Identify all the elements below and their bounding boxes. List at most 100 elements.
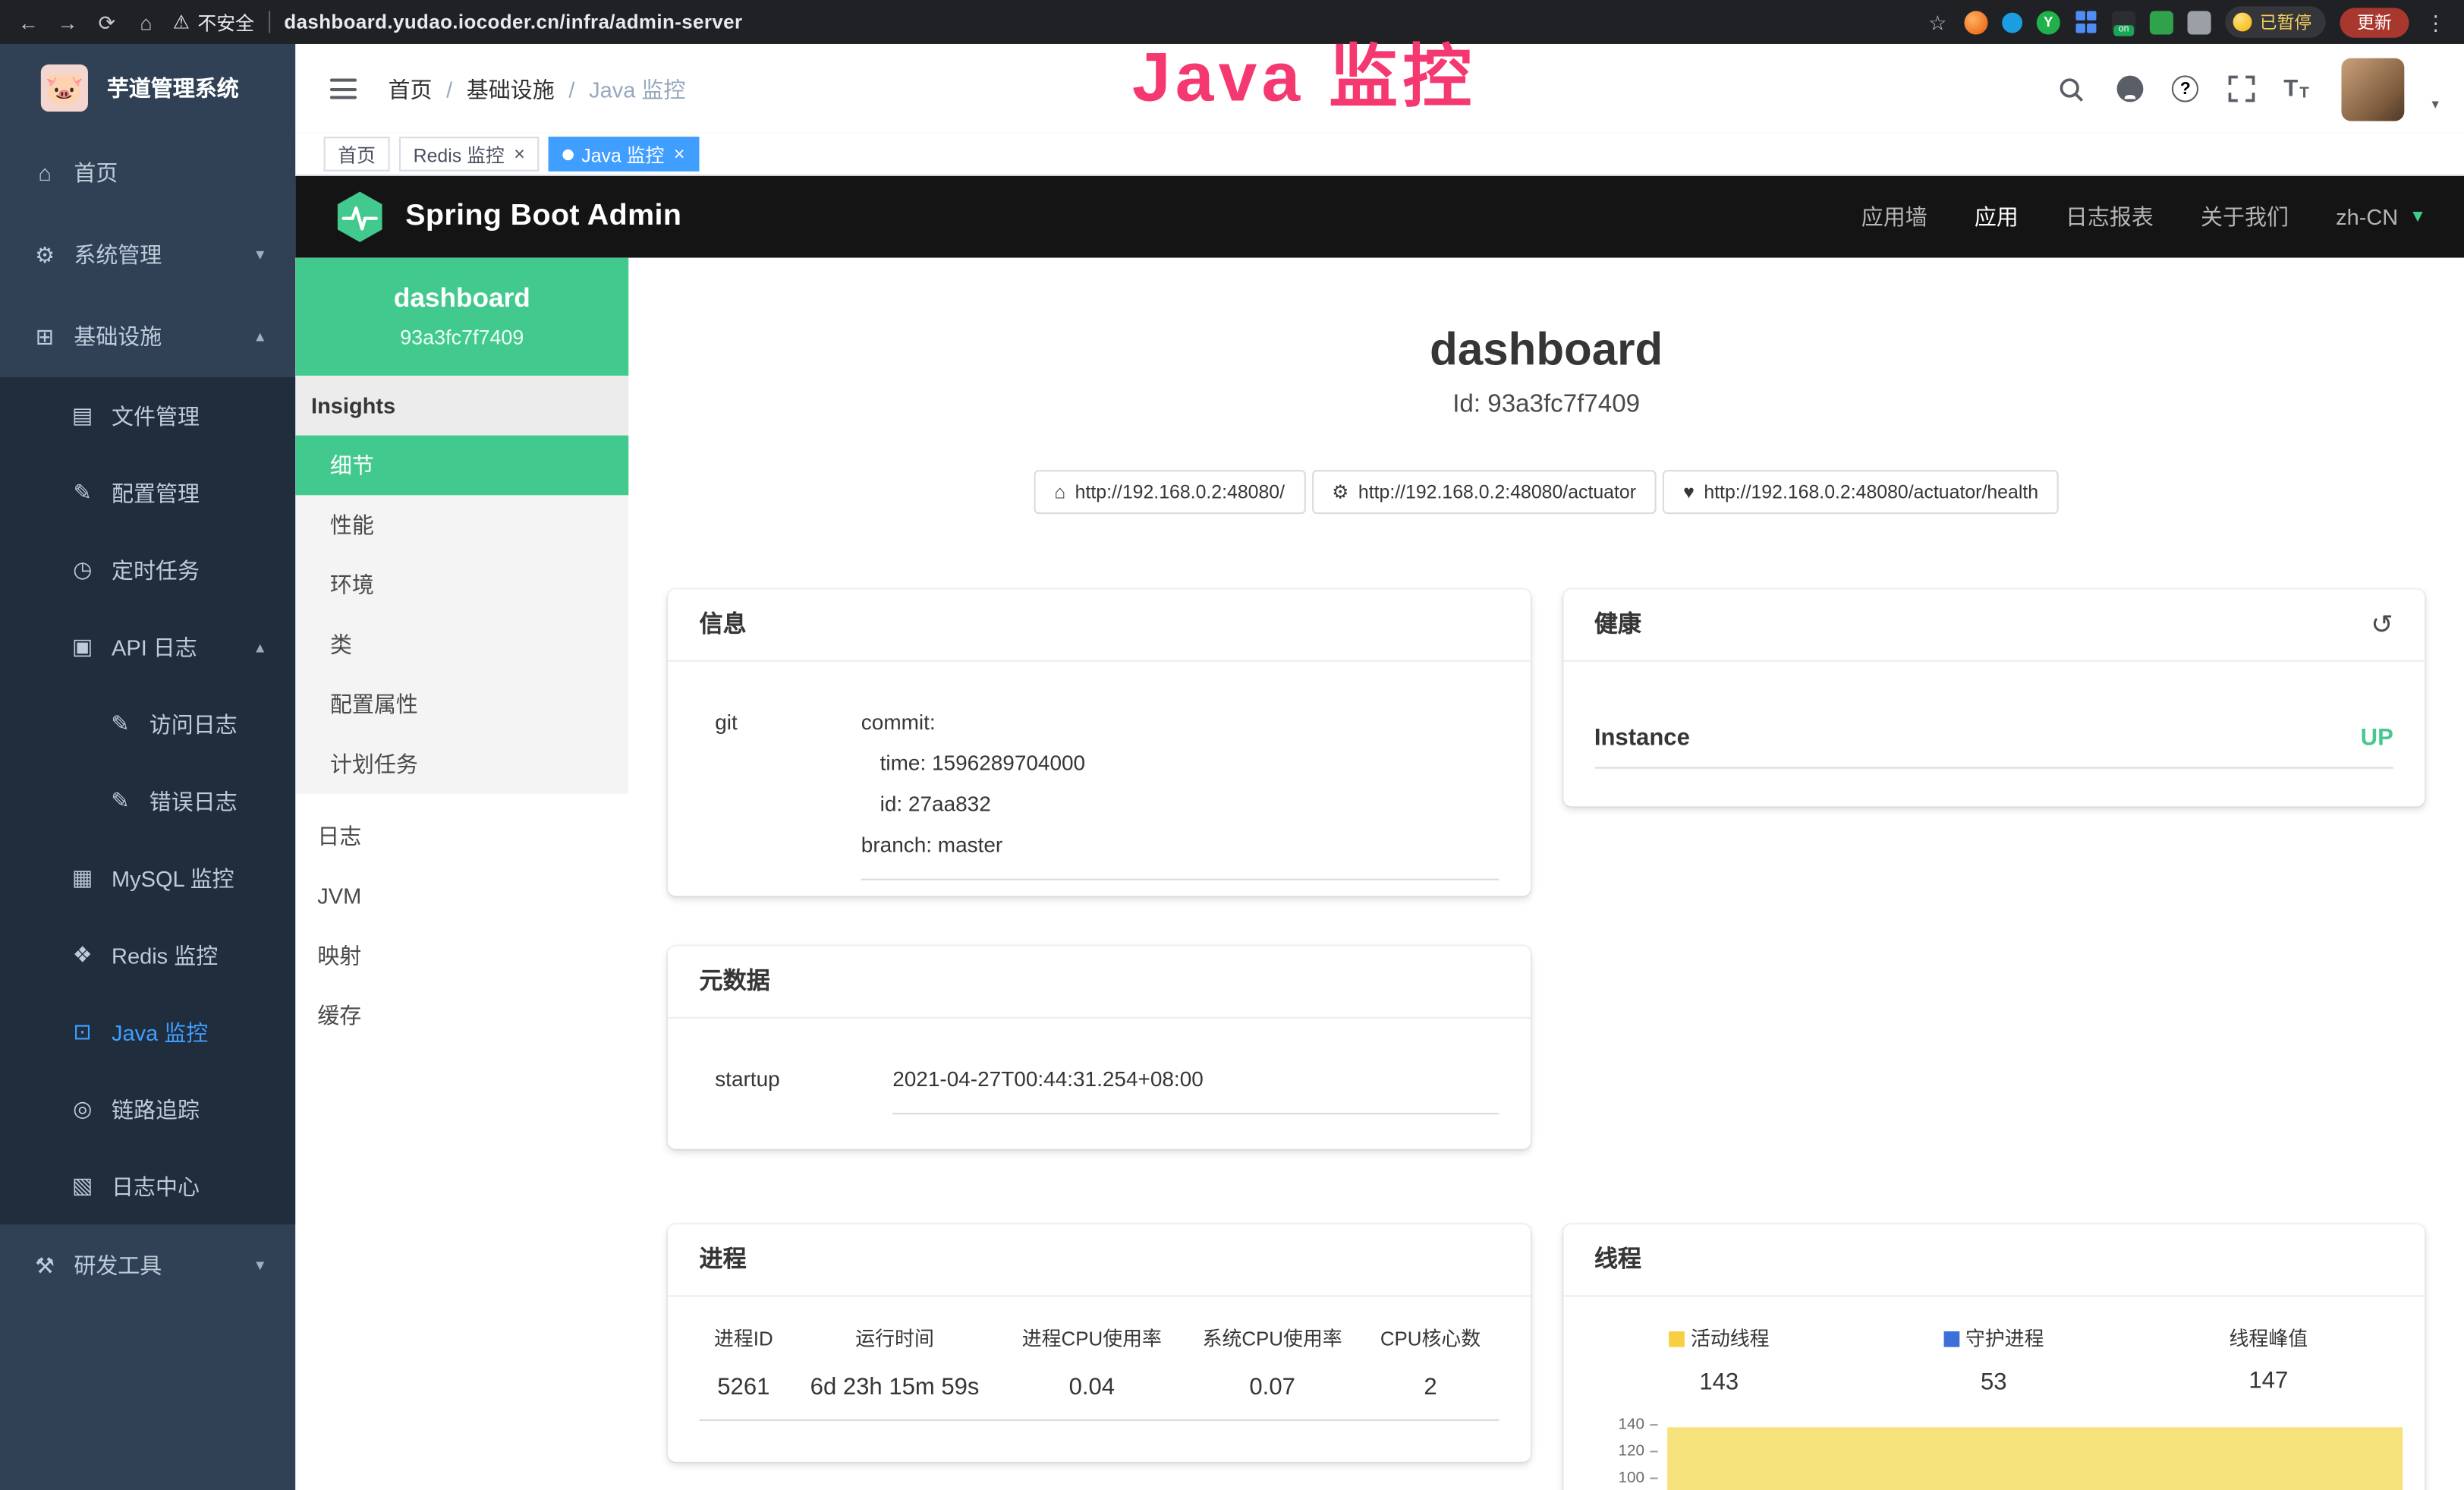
sidebar-item-label: Redis 监控	[112, 939, 218, 970]
sidebar-item-mysql-monitor[interactable]: ▦ MySQL 监控	[0, 840, 295, 916]
sidebar-item-dev-tools[interactable]: ⚒ 研发工具 ▼	[0, 1224, 295, 1306]
actuator-url-link[interactable]: ⚙ http://192.168.0.2:48080/actuator	[1311, 470, 1657, 514]
sidebar-item-link-tracing[interactable]: ◎ 链路追踪	[0, 1070, 295, 1147]
close-icon[interactable]: ×	[674, 145, 685, 164]
sidebar-collapse-icon[interactable]	[330, 79, 357, 99]
history-icon[interactable]: ↺	[2371, 610, 2393, 639]
tab-redis-monitor[interactable]: Redis 监控 ×	[399, 137, 539, 172]
sba-nav-wallboard[interactable]: 应用墙	[1861, 201, 1927, 232]
reload-icon[interactable]: ⟳	[94, 12, 119, 33]
daemon-threads-swatch	[1943, 1331, 1959, 1347]
leaf-extension-icon[interactable]	[2150, 10, 2173, 33]
app-logo[interactable]: 🐷 芋道管理系统	[0, 44, 295, 132]
chevron-down-icon: ▼	[2409, 207, 2427, 226]
github-icon[interactable]	[2114, 73, 2145, 104]
sidebar-item-redis-monitor[interactable]: ❖ Redis 监控	[0, 916, 295, 993]
sidebar-item-file-management[interactable]: ▤ 文件管理	[0, 377, 295, 454]
on-badge: on	[2113, 24, 2134, 35]
sidebar-item-label: MySQL 监控	[112, 862, 234, 893]
sba-nav-about[interactable]: 关于我们	[2201, 201, 2289, 232]
sba-item-metrics[interactable]: 性能	[295, 495, 628, 555]
sba-item-config-props[interactable]: 配置属性	[295, 674, 628, 734]
close-icon[interactable]: ×	[514, 145, 525, 164]
green-extension-icon[interactable]: Y	[2037, 10, 2060, 33]
help-icon[interactable]: ?	[2172, 75, 2198, 102]
breadcrumb-infrastructure[interactable]: 基础设施	[467, 73, 555, 104]
sba-item-details[interactable]: 细节	[295, 436, 628, 496]
fullscreen-icon[interactable]	[2226, 73, 2257, 104]
service-url-link[interactable]: ⌂ http://192.168.0.2:48080/	[1034, 470, 1305, 514]
sba-item-environment[interactable]: 环境	[295, 555, 628, 615]
sba-item-caches[interactable]: 缓存	[295, 985, 628, 1045]
browser-home-icon[interactable]: ⌂	[134, 12, 159, 33]
tab-java-monitor[interactable]: Java 监控 ×	[549, 137, 699, 172]
extensions-puzzle-icon[interactable]	[2188, 10, 2211, 33]
git-branch-line: branch: master	[861, 825, 1499, 866]
y-tick: 140	[1581, 1417, 1657, 1433]
sba-item-scheduled-tasks[interactable]: 计划任务	[295, 734, 628, 794]
active-dot	[562, 149, 573, 159]
sba-brand[interactable]: Spring Boot Admin	[405, 200, 681, 235]
metadata-startup-row: startup 2021-04-27T00:44:31.254+08:00	[700, 1059, 1499, 1114]
health-url-link[interactable]: ♥ http://192.168.0.2:48080/actuator/heal…	[1663, 470, 2059, 514]
search-icon[interactable]	[2056, 73, 2087, 104]
sidebar-item-config-management[interactable]: ✎ 配置管理	[0, 454, 295, 531]
access-log-icon: ✎	[107, 710, 134, 737]
sidebar-item-system-management[interactable]: ⚙ 系统管理 ▼	[0, 214, 295, 296]
instance-label: Instance	[1594, 724, 1690, 751]
sba-item-jvm[interactable]: JVM	[295, 866, 628, 926]
sidebar-item-home[interactable]: ⌂ 首页	[0, 132, 295, 214]
process-val-cores: 2	[1363, 1364, 1499, 1420]
daemon-threads-value: 53	[1856, 1367, 2131, 1398]
sba-item-mappings[interactable]: 映射	[295, 926, 628, 986]
chrome-update-button[interactable]: 更新	[2340, 7, 2409, 36]
git-id-line: id: 27aa832	[861, 784, 1499, 825]
sba-nav-journal[interactable]: 日志报表	[2066, 201, 2154, 232]
sidebar-item-label: 访问日志	[149, 708, 238, 739]
sidebar-item-access-logs[interactable]: ✎ 访问日志	[0, 685, 295, 762]
security-label: 不安全	[197, 8, 254, 35]
info-label: git	[700, 702, 861, 880]
address-bar[interactable]: dashboard.yudao.iocoder.cn/infra/admin-s…	[284, 11, 742, 33]
font-size-icon[interactable]: TT	[2283, 75, 2309, 102]
metadata-label: startup	[700, 1059, 893, 1114]
drop-extension-icon[interactable]	[2002, 12, 2022, 33]
sidebar-item-java-monitor[interactable]: ⊡ Java 监控	[0, 994, 295, 1070]
metadata-card: 元数据 startup 2021-04-27T00:44:31.254+08:0…	[668, 946, 1530, 1148]
grid-extension-icon[interactable]	[2074, 10, 2097, 33]
instance-title: dashboard	[628, 324, 2464, 379]
peak-threads-label: 线程峰值	[2230, 1325, 2308, 1353]
bookmark-star-icon[interactable]: ☆	[1925, 12, 1950, 33]
threads-legend: 活动线程 143 守护进程	[1581, 1325, 2406, 1398]
forward-icon[interactable]: →	[55, 12, 80, 33]
sidebar-item-infrastructure[interactable]: ⊞ 基础设施 ▲	[0, 295, 295, 377]
sba-group-insights: Insights	[295, 376, 628, 436]
sidebar-item-api-logs[interactable]: ▣ API 日志 ▲	[0, 608, 295, 685]
sba-item-classes[interactable]: 类	[295, 615, 628, 675]
sidebar-item-scheduled-tasks[interactable]: ◷ 定时任务	[0, 531, 295, 608]
locale-selector[interactable]: zh-CN ▼	[2336, 204, 2426, 229]
status-badge: UP	[2361, 724, 2393, 751]
y-tick: 120	[1581, 1444, 1657, 1460]
security-indicator[interactable]: ⚠ 不安全	[173, 8, 254, 35]
sidebar-item-error-logs[interactable]: ✎ 错误日志	[0, 762, 295, 839]
tab-home[interactable]: 首页	[324, 137, 390, 172]
threads-card: 线程 活动线程 143	[1562, 1224, 2425, 1490]
home-icon: ⌂	[1054, 480, 1065, 502]
back-icon[interactable]: ←	[16, 12, 41, 33]
sba-instance-header[interactable]: dashboard 93a3fc7f7409	[295, 258, 628, 376]
fox-extension-icon[interactable]	[1964, 10, 1987, 33]
sba-nav-applications[interactable]: 应用	[1975, 201, 2019, 232]
browser-menu-icon[interactable]: ⋮	[2423, 12, 2448, 33]
breadcrumb-home[interactable]: 首页	[388, 73, 432, 104]
app-sidebar: 🐷 芋道管理系统 ⌂ 首页 ⚙ 系统管理 ▼ ⊞ 基础设施 ▲ ▤ 文件管理	[0, 44, 295, 1490]
avatar[interactable]	[2342, 58, 2405, 121]
on-extension-icon[interactable]: on	[2112, 10, 2135, 33]
error-log-icon: ✎	[107, 787, 134, 814]
paused-extension-badge[interactable]: 已暂停	[2225, 6, 2326, 37]
health-instance-row[interactable]: Instance UP	[1594, 724, 2393, 768]
wrench-icon: ⚙	[1332, 480, 1348, 502]
breadcrumb-separator: /	[446, 76, 452, 101]
sba-item-logs[interactable]: 日志	[295, 806, 628, 866]
sidebar-item-log-center[interactable]: ▧ 日志中心	[0, 1148, 295, 1224]
